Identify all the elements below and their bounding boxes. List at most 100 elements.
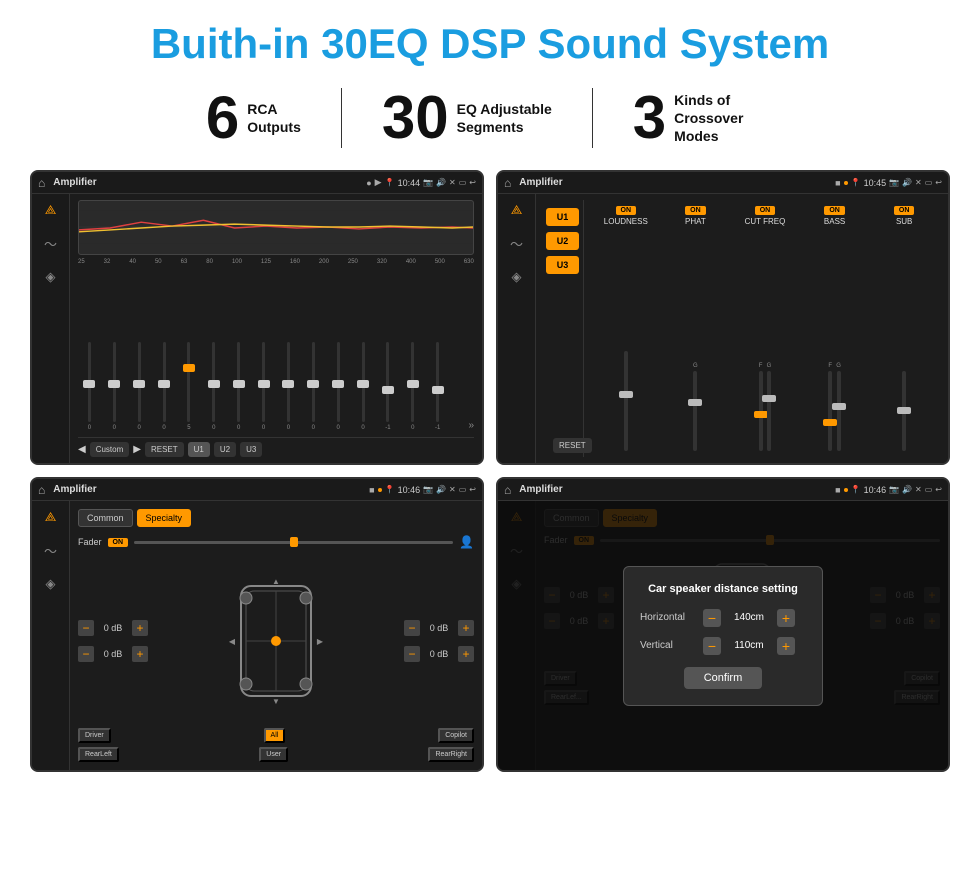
slider-track-4[interactable]: [163, 342, 166, 422]
home-icon-1[interactable]: ⌂: [38, 176, 45, 190]
sub-slider[interactable]: [902, 371, 906, 451]
wave-ctrl-icon-2[interactable]: 〜: [510, 234, 523, 253]
home-icon-4[interactable]: ⌂: [504, 483, 511, 497]
vol-ctrl-icon[interactable]: ◈: [46, 269, 56, 285]
svg-text:◀: ◀: [229, 637, 236, 646]
u2-select-btn[interactable]: U2: [546, 232, 579, 250]
slider-track-13[interactable]: [386, 342, 389, 422]
horizontal-minus-btn[interactable]: −: [703, 609, 721, 627]
slider-track-5[interactable]: [187, 342, 190, 422]
cutfreq-sliders: F G: [759, 230, 772, 451]
expand-icon[interactable]: »: [468, 420, 474, 431]
slider-track-11[interactable]: [337, 342, 340, 422]
freq-63: 63: [181, 259, 188, 265]
home-icon-2[interactable]: ⌂: [504, 176, 511, 190]
eq-ctrl-icon-2[interactable]: ⟁: [511, 202, 523, 218]
back-icon-4[interactable]: ↩: [935, 485, 942, 494]
all-btn[interactable]: All: [264, 728, 286, 743]
vol-icon-2: 🔊: [902, 178, 912, 187]
bass-name: BASS: [824, 217, 845, 226]
back-icon-1[interactable]: ↩: [469, 178, 476, 187]
db-plus-rr[interactable]: +: [458, 646, 474, 662]
slider-val-13: -1: [385, 425, 390, 431]
slider-track-7[interactable]: [237, 342, 240, 422]
slider-track-14[interactable]: [411, 342, 414, 422]
amp-channels: ON LOUDNESS ON PHAT: [588, 200, 942, 457]
cutfreq-slider-f[interactable]: [759, 371, 763, 451]
slider-track-9[interactable]: [287, 342, 290, 422]
confirm-button[interactable]: Confirm: [684, 667, 763, 689]
vertical-minus-btn[interactable]: −: [703, 637, 721, 655]
x-icon-1: ✕: [449, 178, 456, 187]
driver-btn[interactable]: Driver: [78, 728, 111, 743]
wave-ctrl-icon[interactable]: 〜: [44, 234, 57, 253]
slider-track-8[interactable]: [262, 342, 265, 422]
rearleft-btn[interactable]: RearLeft: [78, 747, 119, 762]
horizontal-label: Horizontal: [640, 612, 695, 623]
fader-thumb[interactable]: [290, 537, 298, 547]
fader-slider[interactable]: [134, 541, 453, 544]
user-btn[interactable]: User: [259, 747, 288, 762]
home-icon-3[interactable]: ⌂: [38, 483, 45, 497]
u1-select-btn[interactable]: U1: [546, 208, 579, 226]
vol-ctrl-icon-2[interactable]: ◈: [512, 269, 522, 285]
vol-ctrl-icon-3[interactable]: ◈: [46, 576, 56, 592]
vol-icon-4: 🔊: [902, 485, 912, 494]
right-db-controls: − 0 dB + − 0 dB +: [404, 557, 474, 724]
x-icon-3: ✕: [449, 485, 456, 494]
screen-speaker: ⌂ Amplifier ■ 📍 10:46 📷 🔊 ✕ ▭ ↩ ⟁ 〜: [30, 477, 484, 772]
slider-track-3[interactable]: [138, 342, 141, 422]
u3-btn[interactable]: U3: [240, 442, 262, 457]
slider-track-2[interactable]: [113, 342, 116, 422]
vol-icon-1: 🔊: [436, 178, 446, 187]
slider-track-12[interactable]: [362, 342, 365, 422]
phat-slider-g[interactable]: [693, 371, 697, 451]
slider-val-6: 0: [212, 425, 215, 431]
slider-val-4: 0: [162, 425, 165, 431]
db-row-rr: − 0 dB +: [404, 646, 474, 662]
freq-320: 320: [377, 259, 387, 265]
copilot-btn[interactable]: Copilot: [438, 728, 474, 743]
bottom-labels-3b: RearLeft User RearRight: [78, 747, 474, 762]
eq-slider-7: 0: [227, 342, 250, 431]
db-val-rr: 0 dB: [424, 649, 454, 659]
next-arrow[interactable]: ▶: [133, 444, 141, 455]
eq-ctrl-icon[interactable]: ⟁: [45, 202, 57, 218]
db-plus-fr[interactable]: +: [458, 620, 474, 636]
person-icon[interactable]: 👤: [459, 535, 474, 549]
back-icon-3[interactable]: ↩: [469, 485, 476, 494]
u1-btn[interactable]: U1: [188, 442, 210, 457]
db-plus-rl[interactable]: +: [132, 646, 148, 662]
prev-arrow[interactable]: ◀: [78, 444, 86, 455]
slider-val-7: 0: [237, 425, 240, 431]
custom-btn[interactable]: Custom: [90, 442, 130, 457]
bass-slider-g[interactable]: [837, 371, 841, 451]
db-minus-rr[interactable]: −: [404, 646, 420, 662]
db-minus-fl[interactable]: −: [78, 620, 94, 636]
back-icon-2[interactable]: ↩: [935, 178, 942, 187]
db-minus-fr[interactable]: −: [404, 620, 420, 636]
db-minus-rl[interactable]: −: [78, 646, 94, 662]
rect-icon-2: ▭: [925, 178, 933, 187]
horizontal-plus-btn[interactable]: +: [777, 609, 795, 627]
u-buttons: U1 U2 U3: [542, 200, 584, 457]
rearright-btn[interactable]: RearRight: [428, 747, 474, 762]
cutfreq-slider-g[interactable]: [767, 371, 771, 451]
reset-btn-1[interactable]: RESET: [145, 442, 184, 457]
reset-btn-2[interactable]: RESET: [553, 438, 592, 453]
left-controls-3: ⟁ 〜 ◈: [32, 501, 70, 770]
vertical-plus-btn[interactable]: +: [777, 637, 795, 655]
eq-ctrl-icon-3[interactable]: ⟁: [45, 509, 57, 525]
u3-select-btn[interactable]: U3: [546, 256, 579, 274]
common-tab[interactable]: Common: [78, 509, 133, 527]
db-plus-fl[interactable]: +: [132, 620, 148, 636]
slider-track-10[interactable]: [312, 342, 315, 422]
slider-track-15[interactable]: [436, 342, 439, 422]
bass-slider-f[interactable]: [828, 371, 832, 451]
slider-track-1[interactable]: [88, 342, 91, 422]
slider-track-6[interactable]: [212, 342, 215, 422]
specialty-tab[interactable]: Specialty: [137, 509, 192, 527]
wave-ctrl-icon-3[interactable]: 〜: [44, 541, 57, 560]
u2-btn[interactable]: U2: [214, 442, 236, 457]
loudness-slider[interactable]: [624, 351, 628, 451]
